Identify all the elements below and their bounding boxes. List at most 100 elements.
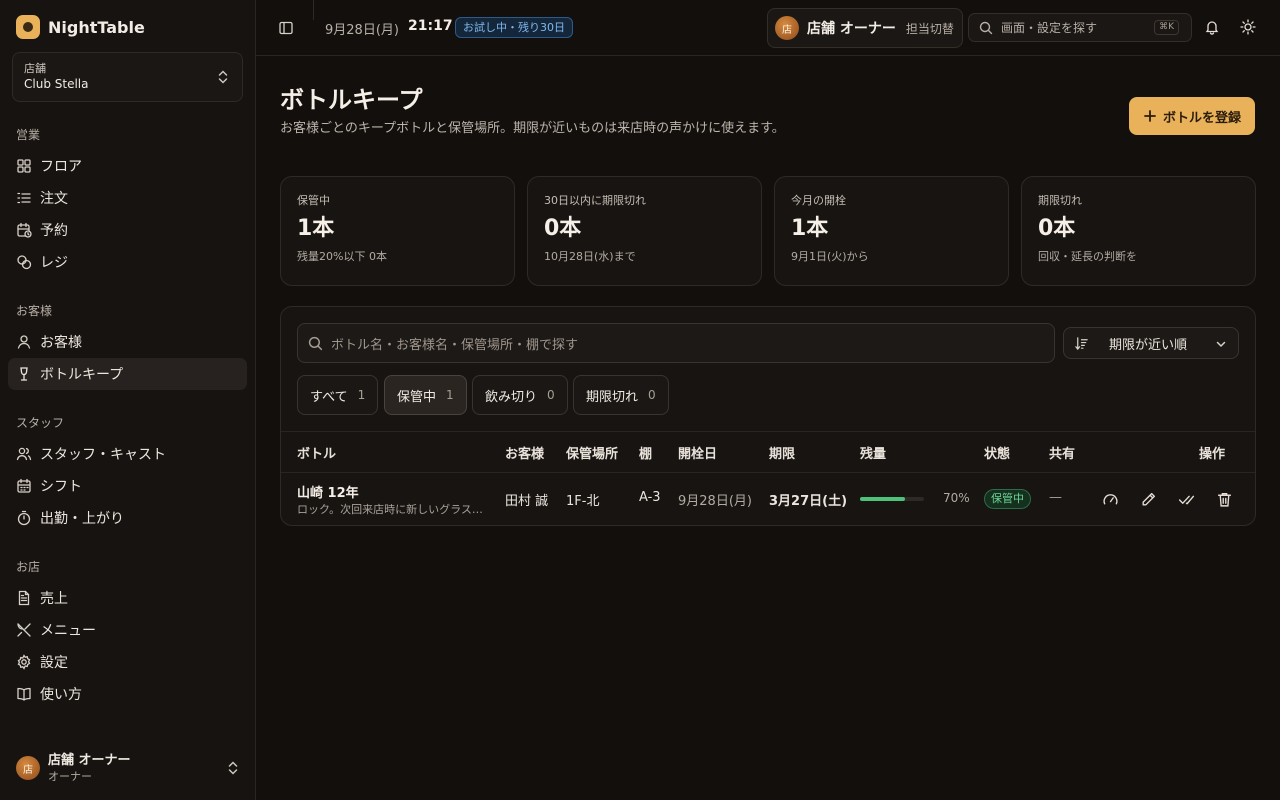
stat-value: 0本 [1038,216,1076,241]
sidebar-item-sales[interactable]: 売上 [8,582,247,614]
column-header-expires[interactable]: 期限 [769,443,795,462]
chevron-up-down-icon [218,70,228,84]
bell-icon[interactable] [1204,19,1220,35]
filter-count: 1 [446,388,454,402]
search-icon [308,336,323,350]
filter-all-button[interactable]: すべて 1 [297,375,379,415]
gauge-icon[interactable] [1102,491,1119,508]
sidebar-item-label: 設定 [40,655,68,671]
calendar-icon [17,478,31,493]
column-header-actions: 操作 [1199,447,1226,462]
remaining-percent: 70% [943,491,970,505]
column-header-shelf[interactable]: 棚 [639,443,652,462]
sidebar-item-customers[interactable]: お客様 [8,326,247,358]
customer-cell: 田村 誠 [505,494,549,509]
sidebar-item-floor[interactable]: フロア [8,150,247,182]
page-subtitle: お客様ごとのキープボトルと保管場所。期限が近いものは来店時の声かけに使えます。 [280,121,785,136]
calendar-clock-icon [17,222,32,238]
brand-logo-icon [16,15,40,39]
stat-note: 回収・延長の判断を [1038,250,1137,263]
sort-icon [1075,336,1088,350]
search-shortcut: ⌘K [1154,20,1179,35]
double-check-icon[interactable] [1178,491,1195,508]
column-header-customer[interactable]: お客様 [505,443,544,462]
staff-switch-button[interactable]: 店 店舗 オーナー 担当切替 [767,8,963,48]
grid-icon [17,159,31,173]
column-header-opened[interactable]: 開栓日 [678,443,717,462]
remaining-progress-bar [860,497,924,501]
plus-icon [1144,110,1156,122]
staff-switch-label: 担当切替 [905,21,954,36]
stat-card-expiring: 30日以内に期限切れ 0本 10月28日(水)まで [527,176,762,286]
bottle-name: 山崎 12年 [297,486,359,501]
bottle-table-panel: ボトル名・お客様名・保管場所・棚で探す 期限が近い順 すべて 1 保管中 1 飲… [280,306,1256,526]
divider [281,431,1255,432]
add-bottle-button[interactable]: ボトルを登録 [1129,97,1255,135]
chevron-down-icon [1216,341,1226,348]
filter-stored-button[interactable]: 保管中 1 [384,375,467,415]
sidebar-item-attendance[interactable]: 出勤・上がり [8,502,247,534]
column-header-remaining[interactable]: 残量 [860,443,886,462]
sidebar-item-help[interactable]: 使い方 [8,678,247,710]
filter-expired-button[interactable]: 期限切れ 0 [573,375,669,415]
nav-section-customers: お客様 [16,304,53,318]
stat-label: 30日以内に期限切れ [544,194,646,207]
filter-finished-button[interactable]: 飲み切り 0 [472,375,568,415]
global-search-input[interactable]: 画面・設定を探す ⌘K [968,13,1192,42]
users-icon [16,447,32,461]
sidebar: NightTable 店舗 Club Stella 営業 フロア 注文 予約 レ… [0,0,256,800]
sidebar-item-register[interactable]: レジ [8,246,247,278]
sidebar-item-label: 出勤・上がり [40,511,124,527]
sidebar-item-staff-cast[interactable]: スタッフ・キャスト [8,438,247,470]
staff-name: 店舗 オーナー [807,21,896,37]
sidebar-item-bottle-keep[interactable]: ボトルキープ [8,358,247,390]
store-selector-label: 店舗 [24,62,46,75]
filter-count: 0 [648,388,656,402]
nav-section-staff: スタッフ [16,416,65,430]
avatar: 店 [775,16,799,40]
sidebar-item-label: お客様 [40,335,82,351]
sidebar-item-shift[interactable]: シフト [8,470,247,502]
pencil-icon[interactable] [1140,491,1157,508]
sidebar-item-reservations[interactable]: 予約 [8,214,247,246]
filter-label: 期限切れ [586,389,639,405]
stat-note: 残量20%以下 0本 [297,250,387,263]
opened-cell: 9月28日(月) [678,494,752,509]
user-menu[interactable]: 店 店舗 オーナー オーナー [16,752,240,784]
sidebar-item-orders[interactable]: 注文 [8,182,247,214]
sidebar-toggle-icon[interactable] [278,20,294,36]
bottle-search-input[interactable]: ボトル名・お客様名・保管場所・棚で探す [297,323,1055,363]
filter-label: 飲み切り [485,389,538,405]
topbar: 9月28日(月) 21:17 お試し中・残り30日 店 店舗 オーナー 担当切替… [256,0,1280,56]
stat-value: 1本 [297,216,335,241]
column-header-location[interactable]: 保管場所 [566,443,618,462]
bottle-search-placeholder: ボトル名・お客様名・保管場所・棚で探す [331,337,579,353]
column-header-bottle[interactable]: ボトル [297,443,336,462]
brand[interactable]: NightTable [16,15,145,39]
avatar: 店 [16,756,40,780]
stat-value: 1本 [791,216,829,241]
sort-select-value: 期限が近い順 [1109,337,1188,353]
utensils-icon [17,623,31,637]
stat-label: 今月の開栓 [791,194,846,207]
sort-select[interactable]: 期限が近い順 [1063,327,1239,359]
stat-note: 9月1日(火)から [791,250,869,263]
shelf-cell: A-3 [639,490,661,505]
nav-section-eigyo: 営業 [16,128,41,142]
list-icon [17,192,31,204]
location-cell: 1F-北 [566,494,600,509]
chevron-up-down-icon [228,761,238,775]
column-header-status[interactable]: 状態 [984,443,1010,462]
sidebar-item-label: 予約 [40,223,68,239]
trash-icon[interactable] [1216,491,1233,508]
store-selector[interactable]: 店舗 Club Stella [12,52,243,102]
status-badge: 保管中 [984,489,1031,509]
trial-badge: お試し中・残り30日 [455,17,573,38]
wine-icon [20,367,28,381]
sidebar-item-settings[interactable]: 設定 [8,646,247,678]
column-header-shared[interactable]: 共有 [1049,443,1075,462]
stat-card-stored: 保管中 1本 残量20%以下 0本 [280,176,515,286]
theme-toggle-sun-icon[interactable] [1240,19,1256,35]
sidebar-item-label: フロア [40,159,82,175]
sidebar-item-menu[interactable]: メニュー [8,614,247,646]
